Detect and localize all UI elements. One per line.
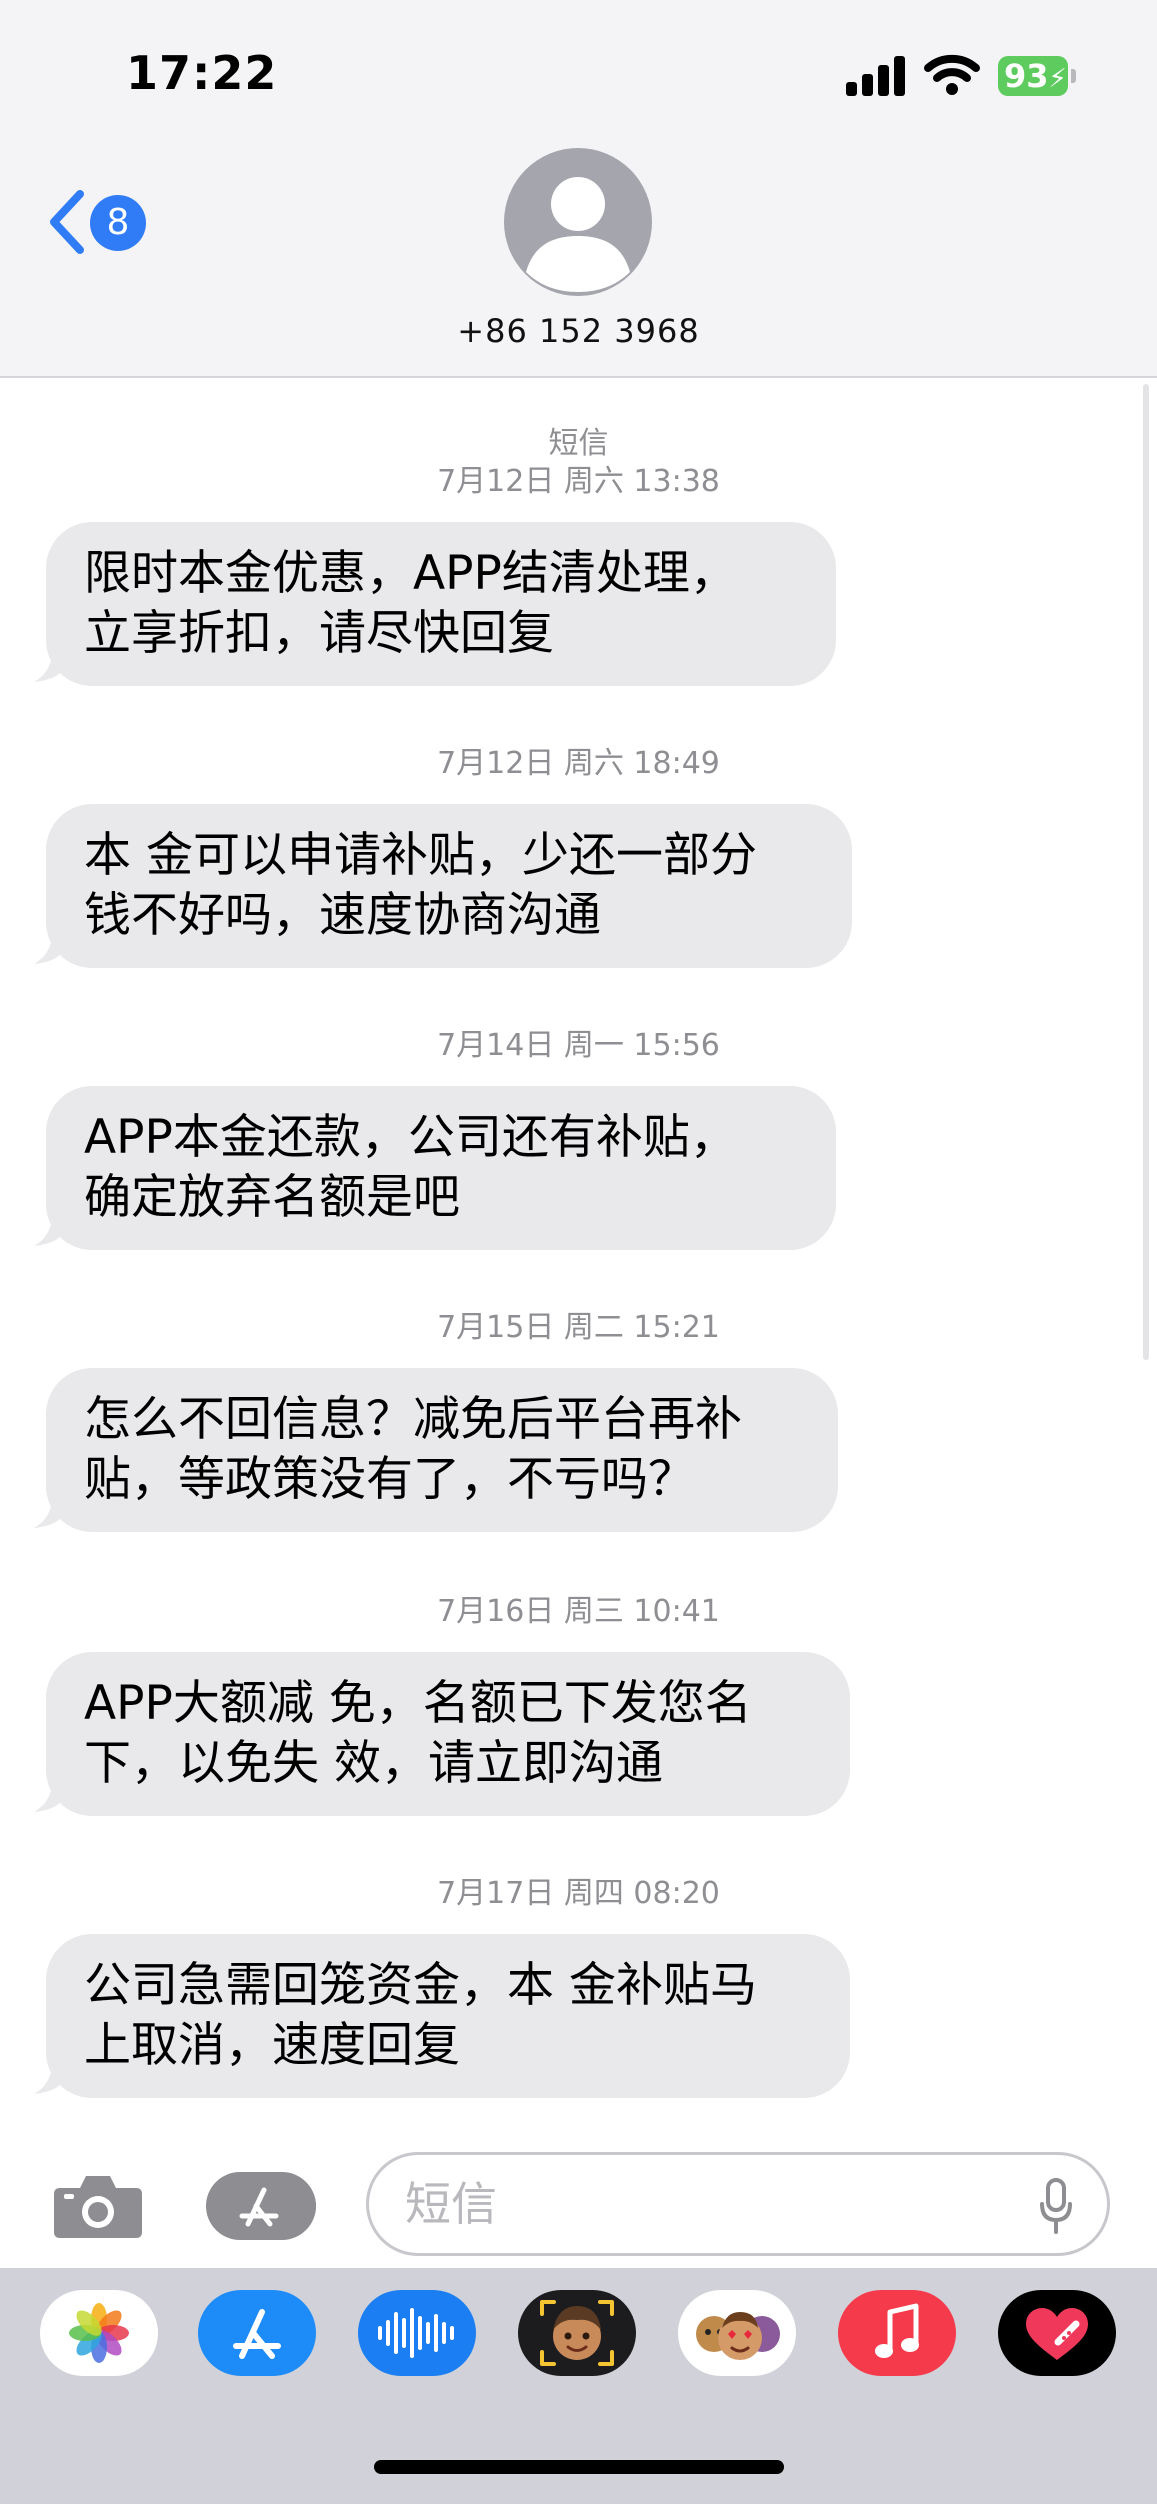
message-text-line: 贴，等政策没有了，不亏吗？ — [84, 1452, 695, 1507]
home-indicator[interactable] — [374, 2460, 784, 2474]
heart-touch-icon — [1026, 2308, 1088, 2360]
message-text-line: 立享折扣，请尽快回复 — [84, 606, 554, 661]
audio-message-icon[interactable] — [358, 2290, 476, 2376]
memoji-icon[interactable] — [518, 2290, 636, 2376]
message-text-line: 上取消，速度回复 — [84, 2018, 460, 2073]
message-text-line: 下，以免失 效，请立即沟通 — [84, 1736, 663, 1791]
cellular-signal-icon — [846, 54, 906, 96]
wifi-icon — [924, 54, 980, 95]
message-bubble[interactable]: 公司急需回笼资金，本 金补贴马 上取消，速度回复 — [46, 1934, 850, 2098]
person-silhouette-icon — [526, 177, 630, 292]
message-text-line: 怎么不回信息？减免后平台再补 — [84, 1392, 742, 1447]
microphone-icon[interactable] — [1038, 2176, 1074, 2236]
back-button[interactable]: 8 — [46, 186, 156, 258]
app-store-app-icon[interactable] — [198, 2290, 316, 2376]
message-timestamp: 7月15日 周二 15:21 — [437, 1310, 720, 1345]
message-timestamp: 7月14日 周一 15:56 — [437, 1028, 720, 1063]
memoji-face-icon — [540, 2300, 614, 2366]
chevron-left-icon — [50, 190, 84, 254]
contact-name[interactable]: +86 152 3968 — [0, 312, 1157, 350]
message-text-line: 确定放弃名额是吧 — [84, 1170, 460, 1225]
message-timestamp: 7月12日 周六 13:38 — [437, 464, 720, 499]
charging-bolt-icon: ⚡ — [1048, 64, 1067, 94]
status-time: 17:22 — [126, 46, 278, 100]
message-text-line: 限时本金优惠，APP结清处理， — [84, 546, 737, 601]
message-bubble[interactable]: 限时本金优惠，APP结清处理， 立享折扣，请尽快回复 — [46, 522, 836, 686]
message-text-line: 钱不好吗，速度协商沟通 — [84, 888, 601, 943]
message-text-line: APP本金还款，公司还有补贴， — [84, 1110, 737, 1165]
message-timestamp: 7月16日 周三 10:41 — [437, 1594, 720, 1629]
battery-level: 93 — [1004, 57, 1049, 95]
message-text-line: APP大额减 免，名额已下发您名 — [84, 1676, 752, 1731]
message-timestamp: 7月12日 周六 18:49 — [437, 746, 720, 781]
animoji-stickers-icon[interactable] — [678, 2290, 796, 2376]
battery-cap — [1071, 69, 1076, 83]
message-bubble[interactable]: 怎么不回信息？减免后平台再补 贴，等政策没有了，不亏吗？ — [46, 1368, 838, 1532]
message-timestamp: 7月17日 周四 08:20 — [437, 1876, 720, 1911]
message-text-line: 本 金可以申请补贴，少还一部分 — [84, 828, 757, 883]
thread-scrollbar[interactable] — [1143, 384, 1149, 1360]
message-text-line: 公司急需回笼资金，本 金补贴马 — [84, 1958, 757, 2013]
photos-flower-icon — [69, 2303, 129, 2363]
camera-icon[interactable] — [52, 2170, 144, 2240]
message-bubble[interactable]: APP大额减 免，名额已下发您名 下，以免失 效，请立即沟通 — [46, 1652, 850, 1816]
sticker-faces-icon — [696, 2312, 780, 2360]
message-input[interactable] — [366, 2152, 1110, 2256]
photos-app-icon[interactable] — [40, 2290, 158, 2376]
music-app-icon[interactable] — [838, 2290, 956, 2376]
message-bubble[interactable]: 本 金可以申请补贴，少还一部分 钱不好吗，速度协商沟通 — [46, 804, 852, 968]
contact-avatar[interactable] — [504, 148, 652, 296]
message-bubble[interactable]: APP本金还款，公司还有补贴， 确定放弃名额是吧 — [46, 1086, 836, 1250]
battery-indicator: 93⚡ — [998, 56, 1068, 96]
app-store-glyph-icon — [233, 2309, 281, 2359]
music-note-icon — [875, 2303, 919, 2358]
unread-count-badge: 8 — [90, 195, 146, 251]
digital-touch-icon[interactable] — [998, 2290, 1116, 2376]
waveform-icon — [378, 2308, 454, 2358]
